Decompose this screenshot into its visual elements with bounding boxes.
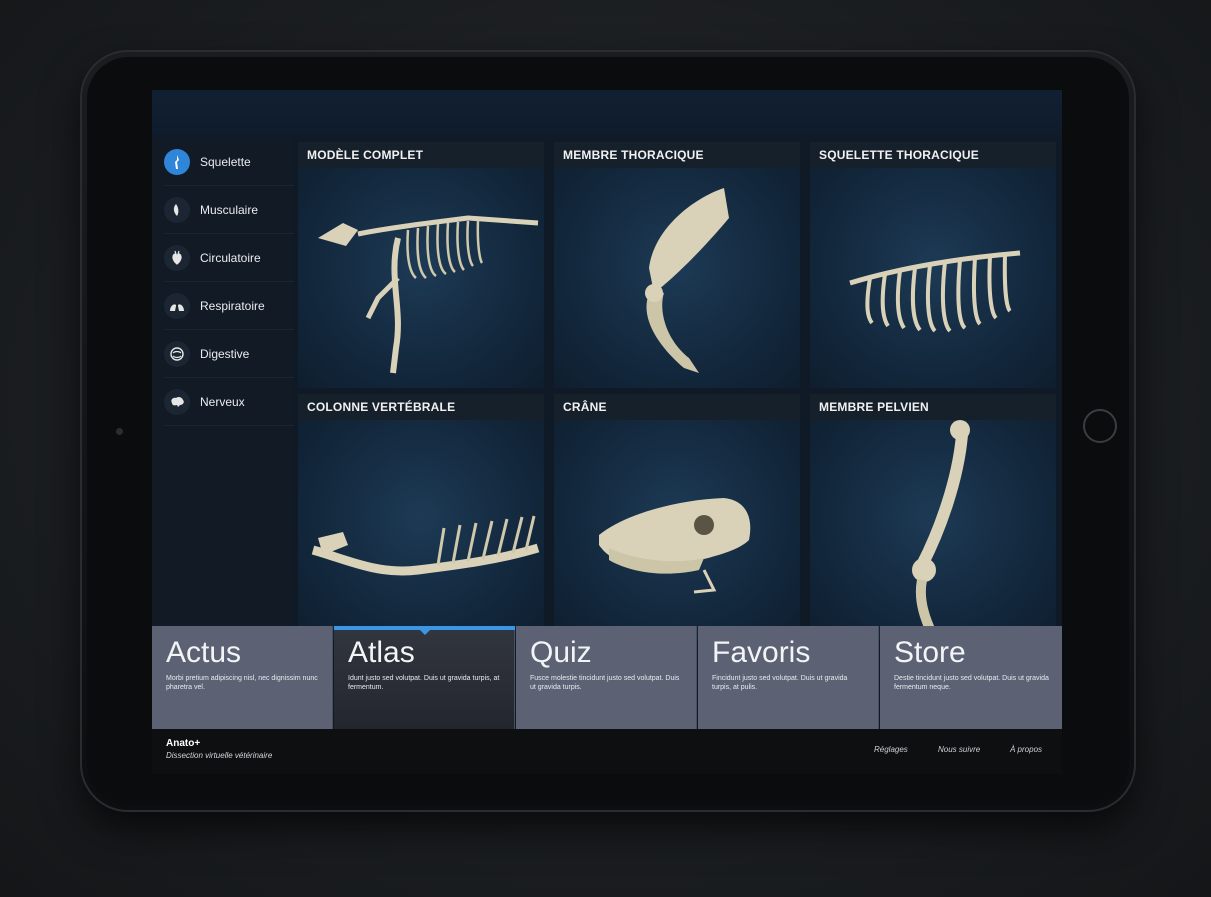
tab-description: Idunt justo sed volutpat. Duis ut gravid… [348, 675, 500, 691]
skull-image [599, 498, 751, 594]
bone-icon [164, 148, 190, 175]
tile-modele-complet[interactable]: MODÈLE COMPLET [298, 142, 544, 388]
tab-title: Atlas [348, 636, 415, 669]
tile-title: CRÂNE [554, 394, 800, 420]
sidebar-item-label: Musculaire [200, 202, 259, 217]
lungs-icon [164, 292, 190, 319]
muscle-icon [164, 196, 190, 223]
tab-favoris[interactable]: Favoris Fincidunt justo sed volutpat. Du… [698, 626, 879, 729]
tab-atlas[interactable]: Atlas Idunt justo sed volutpat. Duis ut … [334, 626, 515, 729]
camera-dot [116, 428, 123, 435]
tile-title: MEMBRE THORACIQUE [554, 142, 800, 168]
settings-link[interactable]: Réglages [874, 745, 908, 754]
tab-quiz[interactable]: Quiz Fusce molestie tincidunt justo sed … [516, 626, 697, 729]
sidebar-item-circulatoire[interactable]: Circulatoire [164, 234, 294, 282]
tile-crane[interactable]: CRÂNE [554, 394, 800, 640]
hindlimb-image [912, 420, 970, 640]
sidebar: Squelette Musculaire Circulatoire Respir… [152, 138, 294, 626]
tile-title: MEMBRE PELVIEN [810, 394, 1056, 420]
top-bar [152, 90, 1062, 138]
tab-title: Quiz [530, 636, 592, 669]
app-subtitle: Dissection virtuelle vétérinaire [166, 751, 273, 760]
tile-membre-thoracique[interactable]: MEMBRE THORACIQUE [554, 142, 800, 388]
sidebar-item-nerveux[interactable]: Nerveux [164, 378, 294, 426]
intestine-icon [164, 340, 190, 367]
home-button[interactable] [1083, 409, 1117, 443]
spine-image [311, 515, 540, 576]
tab-title: Actus [166, 636, 242, 669]
tab-description: Fusce molestie tincidunt justo sed volut… [530, 675, 680, 691]
app-screen: Squelette Musculaire Circulatoire Respir… [152, 90, 1062, 774]
forelimb-image [645, 188, 729, 373]
follow-link[interactable]: Nous suivre [938, 745, 980, 754]
footer: Anato+ Dissection virtuelle vétérinaire … [152, 729, 1062, 774]
atlas-grid: MODÈLE COMPLET MEMBRE THORACIQUE SQUELET… [298, 142, 1058, 640]
brain-icon [164, 388, 190, 415]
sidebar-item-musculaire[interactable]: Musculaire [164, 186, 294, 234]
sidebar-item-label: Squelette [200, 154, 251, 169]
sidebar-item-respiratoire[interactable]: Respiratoire [164, 282, 294, 330]
tile-title: COLONNE VERTÉBRALE [298, 394, 544, 420]
tab-title: Favoris [712, 636, 811, 669]
ribcage-image [849, 250, 1021, 333]
active-tab-notch [420, 630, 430, 635]
tab-actus[interactable]: Actus Morbi pretium adipiscing nisl, nec… [152, 626, 333, 729]
tile-colonne-vertebrale[interactable]: COLONNE VERTÉBRALE [298, 394, 544, 640]
sidebar-item-label: Digestive [200, 346, 250, 361]
tile-membre-pelvien[interactable]: MEMBRE PELVIEN [810, 394, 1056, 640]
sidebar-item-digestive[interactable]: Digestive [164, 330, 294, 378]
sidebar-item-label: Nerveux [200, 394, 245, 409]
tile-title: MODÈLE COMPLET [298, 142, 544, 168]
sidebar-item-squelette[interactable]: Squelette [164, 138, 294, 186]
tile-squelette-thoracique[interactable]: SQUELETTE THORACIQUE [810, 142, 1056, 388]
tab-title: Store [894, 636, 966, 669]
tab-description: Morbi pretium adipiscing nisl, nec digni… [166, 675, 318, 691]
heart-icon [164, 244, 190, 271]
skeleton-full-image [318, 215, 539, 374]
tab-description: Fincidunt justo sed volutpat. Duis ut gr… [712, 675, 848, 691]
tab-description: Destie tincidunt justo sed volutpat. Dui… [894, 675, 1049, 691]
main-tabs: Actus Morbi pretium adipiscing nisl, nec… [152, 626, 1062, 729]
sidebar-item-label: Circulatoire [200, 250, 261, 265]
tab-store[interactable]: Store Destie tincidunt justo sed volutpa… [880, 626, 1062, 729]
app-brand: Anato+ [166, 738, 201, 749]
about-link[interactable]: À propos [1010, 745, 1042, 754]
tile-title: SQUELETTE THORACIQUE [810, 142, 1056, 168]
sidebar-item-label: Respiratoire [200, 298, 265, 313]
